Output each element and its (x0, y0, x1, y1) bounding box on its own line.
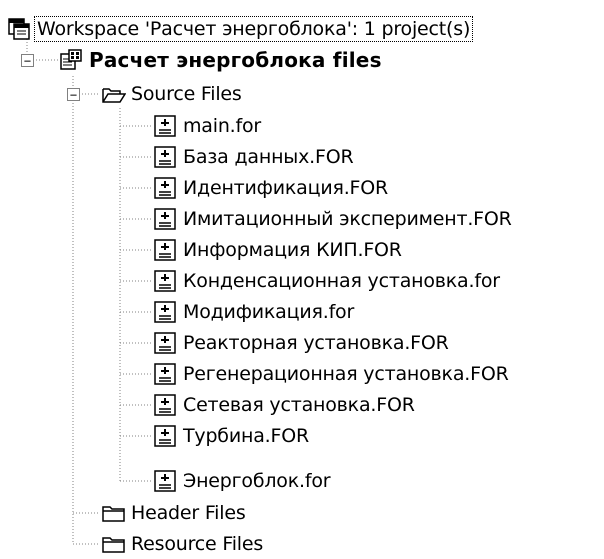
file-item[interactable]: Реакторная установка.FOR (154, 328, 451, 358)
source-file-icon (154, 208, 176, 230)
project-collapse-toggle[interactable]: − (21, 54, 34, 67)
project-node[interactable]: Расчет энергоблока files (60, 45, 384, 75)
file-item[interactable]: Идентификация.FOR (154, 173, 390, 203)
folder-source-files[interactable]: Source Files (102, 79, 244, 109)
file-label: Идентификация.FOR (183, 177, 389, 199)
folder-label: Resource Files (131, 533, 264, 555)
file-item[interactable]: Модификация.for (154, 297, 356, 327)
file-label: Реакторная установка.FOR (183, 332, 449, 354)
file-label: Регенерационная установка.FOR (183, 363, 509, 385)
file-label: Сетевая установка.FOR (183, 394, 415, 416)
folder-icon (102, 502, 125, 524)
project-label: Расчет энергоблока files (89, 48, 382, 72)
folder-header-files[interactable]: Header Files (102, 498, 248, 528)
file-label: Имитационный эксперимент.FOR (183, 208, 512, 230)
file-item[interactable]: Регенерационная установка.FOR (154, 359, 511, 389)
source-file-icon (154, 363, 176, 385)
file-item[interactable]: Информация КИП.FOR (154, 235, 404, 265)
file-item[interactable]: main.for (154, 111, 263, 141)
source-file-icon (154, 177, 176, 199)
file-label: Модификация.for (183, 301, 355, 323)
source-file-icon (154, 332, 176, 354)
file-item[interactable]: Сетевая установка.FOR (154, 390, 417, 420)
workspace-icon (8, 18, 30, 40)
file-label: Информация КИП.FOR (183, 239, 402, 261)
folder-resource-files[interactable]: Resource Files (102, 529, 265, 559)
workspace-node[interactable]: Workspace 'Расчет энергоблока': 1 projec… (8, 14, 474, 44)
source-file-icon (154, 270, 176, 292)
workspace-label: Workspace 'Расчет энергоблока': 1 projec… (33, 16, 474, 42)
file-item[interactable]: Имитационный эксперимент.FOR (154, 204, 514, 234)
source-file-icon (154, 115, 176, 137)
source-file-icon (154, 394, 176, 416)
source-file-icon (154, 239, 176, 261)
source-file-icon (154, 470, 176, 492)
file-label: Турбина.FOR (183, 425, 309, 447)
source-files-collapse-toggle[interactable]: − (67, 88, 80, 101)
file-item[interactable]: Конденсационная установка.for (154, 266, 502, 296)
folder-label: Header Files (131, 502, 246, 524)
folder-icon (102, 533, 125, 555)
open-folder-icon (102, 83, 126, 105)
file-item[interactable]: Энергоблок.for (154, 466, 332, 496)
source-file-icon (154, 146, 176, 168)
source-file-icon (154, 425, 176, 447)
file-label: main.for (183, 115, 262, 137)
file-item[interactable]: База данных.FOR (154, 142, 355, 172)
workspace-file-tree: Workspace 'Расчет энергоблока': 1 projec… (0, 0, 604, 556)
file-label: База данных.FOR (183, 146, 354, 168)
file-item[interactable]: Турбина.FOR (154, 421, 311, 451)
file-label: Конденсационная установка.for (183, 270, 500, 292)
file-label: Энергоблок.for (183, 470, 331, 492)
source-file-icon (154, 301, 176, 323)
folder-label: Source Files (131, 83, 242, 105)
project-icon (60, 49, 82, 71)
